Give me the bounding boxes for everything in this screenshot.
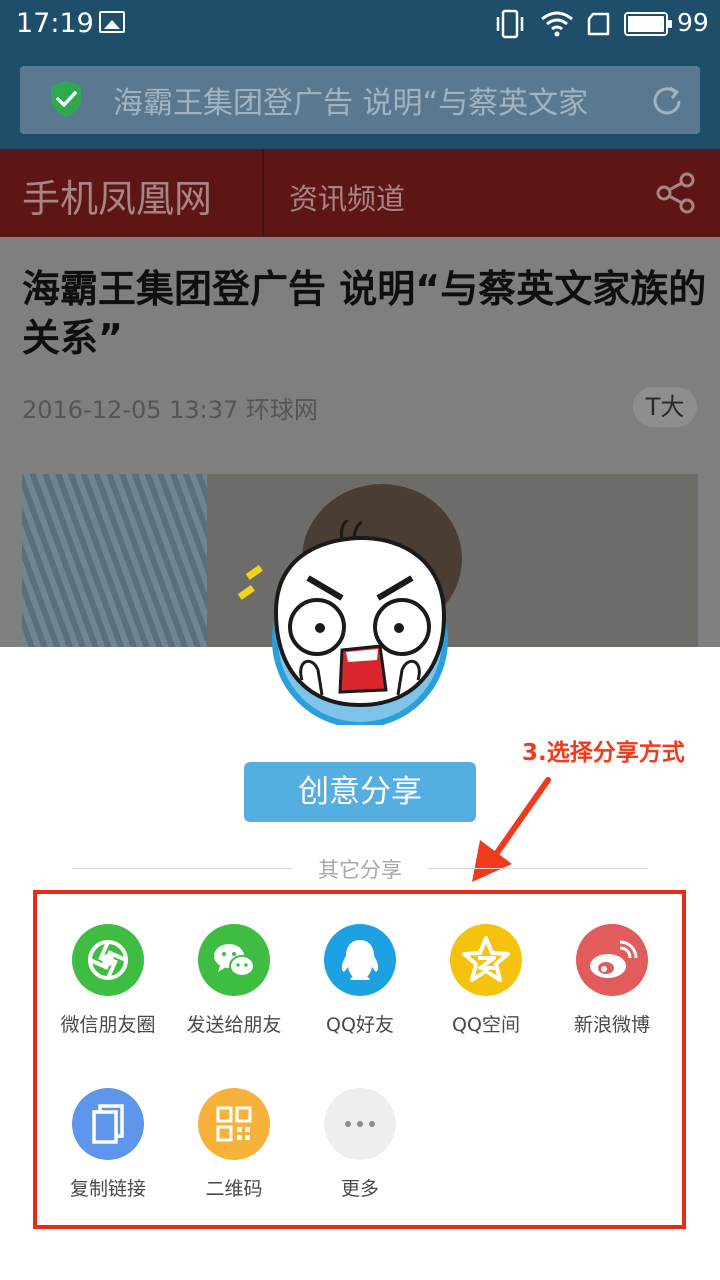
share-option-label: 新浪微博	[573, 1014, 650, 1036]
share-option-qq-friend[interactable]: QQ好友	[297, 924, 423, 1054]
annotation-label: 3.选择分享方式	[522, 740, 685, 766]
share-option-label: 二维码	[205, 1178, 263, 1200]
share-option-qzone[interactable]: QQ空间	[423, 924, 549, 1054]
divider-line-left	[72, 868, 292, 869]
wechat-icon	[198, 924, 270, 996]
reload-icon[interactable]	[650, 84, 684, 118]
divider-line-right	[428, 868, 648, 869]
share-option-wechat-moments[interactable]: 微信朋友圈	[45, 924, 171, 1054]
share-option-label: 更多	[340, 1178, 379, 1200]
weibo-icon	[576, 924, 648, 996]
copy-link-icon	[72, 1088, 144, 1160]
share-option-label: 微信朋友圈	[60, 1014, 156, 1036]
share-option-label: 发送给朋友	[186, 1014, 282, 1036]
font-size-button[interactable]: T大	[633, 387, 697, 427]
channel-title[interactable]: 资讯频道	[289, 176, 405, 218]
wechat-moments-icon	[72, 924, 144, 996]
share-option-label: QQ好友	[326, 1014, 394, 1036]
qzone-icon	[450, 924, 522, 996]
url-text: 海霸王集团登广告 说明“与蔡英文家	[113, 86, 589, 121]
vibrate-icon	[496, 9, 524, 39]
security-shield-icon	[51, 81, 81, 117]
battery-icon	[624, 12, 672, 36]
share-option-weibo[interactable]: 新浪微博	[549, 924, 675, 1054]
site-header: 手机凤凰网 资讯频道	[0, 149, 720, 237]
address-bar[interactable]: 海霸王集团登广告 说明“与蔡英文家	[20, 66, 700, 134]
share-option-copy-link[interactable]: 复制链接	[45, 1088, 171, 1218]
share-option-qr-code[interactable]: 二维码	[171, 1088, 297, 1218]
image-curtain	[22, 474, 207, 647]
share-option-wechat-friend[interactable]: 发送给朋友	[171, 924, 297, 1054]
browser-toolbar: 海霸王集团登广告 说明“与蔡英文家	[0, 50, 720, 149]
share-option-label: QQ空间	[452, 1014, 520, 1036]
status-time: 17:19	[16, 8, 94, 39]
cartoon-sticker-icon	[272, 520, 448, 725]
status-bar: 17:19 99	[0, 0, 720, 50]
emphasis-marks-icon	[237, 565, 263, 600]
other-share-label: 其它分享	[318, 858, 402, 882]
gallery-notification-icon	[99, 11, 125, 33]
battery-level: 99	[677, 8, 709, 37]
qr-code-icon	[198, 1088, 270, 1160]
more-icon	[324, 1088, 396, 1160]
article-meta: 2016-12-05 13:37 环球网	[22, 396, 318, 424]
other-share-divider: 其它分享	[72, 852, 648, 886]
creative-share-button[interactable]: 创意分享	[244, 762, 476, 822]
wifi-icon	[541, 11, 573, 37]
article-title: 海霸王集团登广告 说明“与蔡英文家族的关系”	[22, 267, 707, 360]
share-option-label: 复制链接	[69, 1178, 146, 1200]
share-option-more[interactable]: 更多	[297, 1088, 423, 1218]
qq-icon	[324, 924, 396, 996]
site-logo[interactable]: 手机凤凰网	[22, 168, 212, 223]
header-divider	[262, 149, 264, 237]
share-icon[interactable]	[654, 171, 698, 215]
sim-card-icon	[587, 12, 610, 36]
